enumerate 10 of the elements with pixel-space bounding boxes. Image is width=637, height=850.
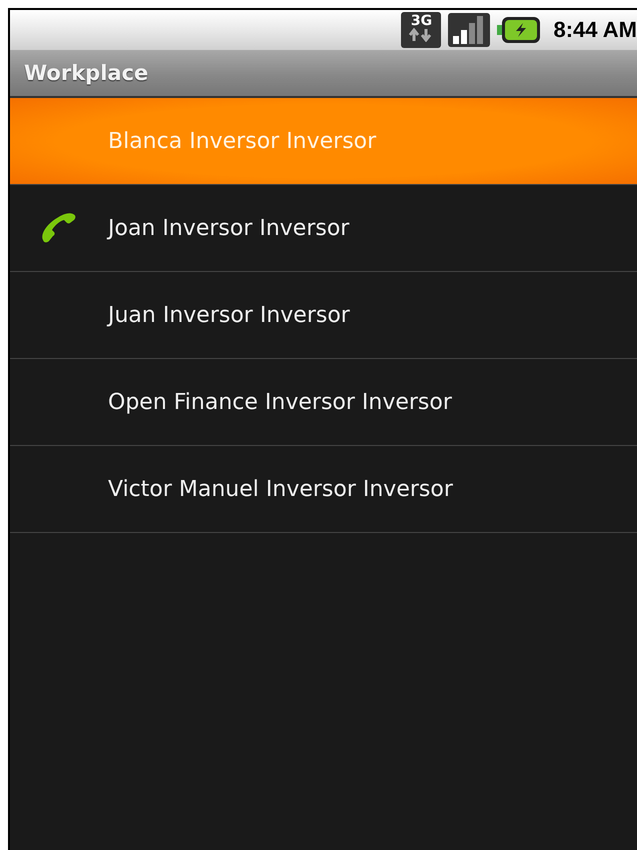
- network-type: 3G: [410, 14, 432, 28]
- battery-charging-icon: [497, 16, 542, 44]
- contact-name: Open Finance Inversor Inversor: [108, 390, 452, 414]
- signal-icon: [447, 12, 492, 48]
- contact-name: Joan Inversor Inversor: [108, 216, 350, 240]
- contact-name: Juan Inversor Inversor: [108, 302, 350, 328]
- contact-name: Victor Manuel Inversor Inversor: [108, 476, 453, 502]
- window-title: Workplace: [24, 61, 148, 85]
- contact-name: Blanca Inversor Inversor: [108, 128, 376, 154]
- status-time: 8:44 AM: [553, 17, 637, 43]
